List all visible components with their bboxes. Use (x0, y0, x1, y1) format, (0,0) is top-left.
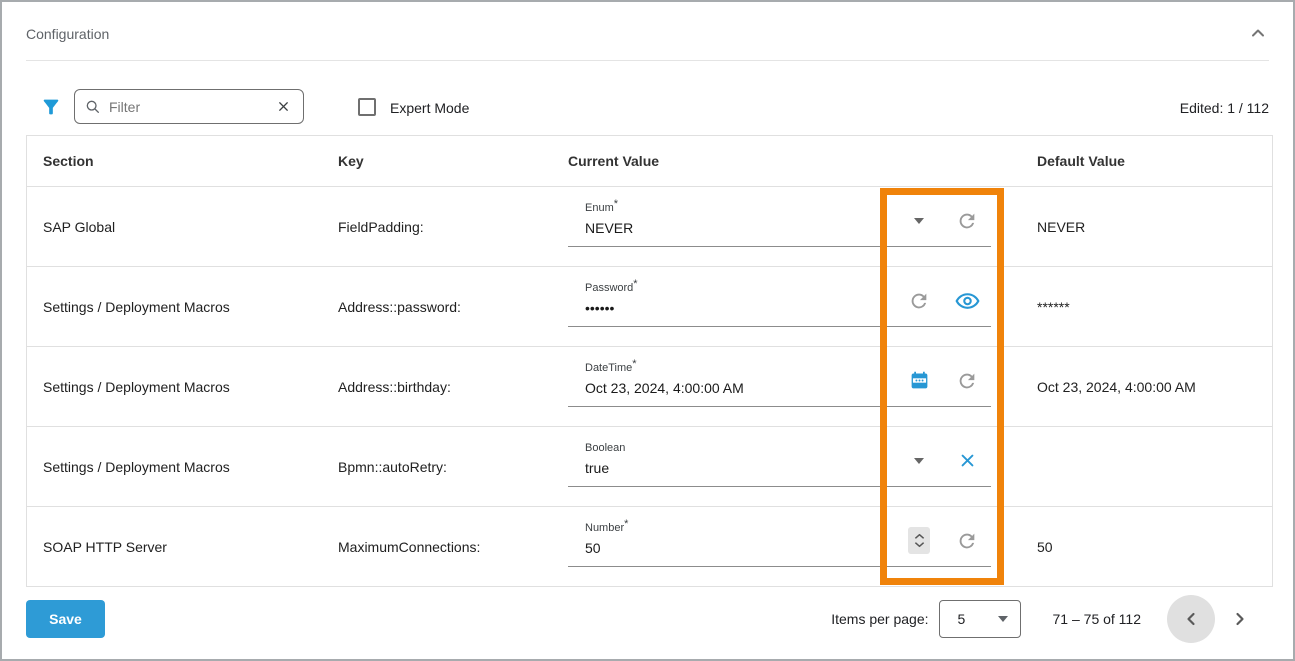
default-value-cell: 50 (1014, 539, 1272, 555)
table-row: Settings / Deployment Macros Address::bi… (27, 346, 1272, 426)
expert-mode-checkbox[interactable] (358, 98, 376, 116)
panel-divider (26, 60, 1269, 61)
section-cell: Settings / Deployment Macros (27, 379, 338, 395)
current-value-input[interactable]: Oct 23, 2024, 4:00:00 AM (585, 380, 895, 396)
table-row: Settings / Deployment Macros Address::pa… (27, 266, 1272, 346)
chevron-right-icon (1228, 607, 1252, 631)
chevron-down-icon (998, 616, 1020, 622)
refresh-icon[interactable] (943, 210, 991, 232)
section-cell: SOAP HTTP Server (27, 539, 338, 555)
filter-field (74, 89, 304, 124)
edited-counter: Edited: 1 / 112 (1180, 100, 1269, 116)
items-per-page-label: Items per page: (831, 611, 928, 627)
header-default-value: Default Value (1014, 153, 1272, 169)
refresh-icon[interactable] (943, 530, 991, 552)
paginator: Items per page: 5 71 – 75 of 112 (831, 595, 1264, 643)
eye-icon[interactable] (943, 291, 991, 311)
header-section: Section (27, 153, 338, 169)
number-spinner-icon[interactable] (895, 527, 943, 554)
value-type-label: Number* (585, 518, 895, 534)
filter-input[interactable] (109, 99, 274, 115)
key-cell: Bpmn::autoRetry: (338, 459, 568, 475)
clear-filter-button[interactable] (274, 97, 293, 116)
table-row: SOAP HTTP Server MaximumConnections: Num… (27, 506, 1272, 586)
current-value-field[interactable]: DateTime* Oct 23, 2024, 4:00:00 AM (568, 347, 991, 427)
key-cell: Address::birthday: (338, 379, 568, 395)
chevron-up-icon (1246, 21, 1270, 45)
chevron-left-icon (1179, 607, 1203, 631)
default-value-cell: Oct 23, 2024, 4:00:00 AM (1014, 379, 1272, 395)
configuration-panel: Configuration Expert Mode Edited: 1 / 11… (0, 0, 1295, 661)
section-cell: Settings / Deployment Macros (27, 299, 338, 315)
value-type-label: Password* (585, 278, 895, 294)
value-type-label: Boolean (585, 438, 895, 454)
current-value-field[interactable]: Password* •••••• (568, 267, 991, 347)
collapse-panel-button[interactable] (1245, 20, 1271, 46)
current-value-field[interactable]: Enum* NEVER (568, 187, 991, 267)
page-size-select[interactable]: 5 (939, 600, 1021, 638)
table-header-row: Section Key Current Value Default Value (27, 136, 1272, 186)
value-type-label: DateTime* (585, 358, 895, 374)
current-value-input[interactable]: 50 (585, 540, 895, 556)
clear-icon[interactable] (943, 452, 991, 469)
page-range-label: 71 – 75 of 112 (1053, 611, 1141, 627)
funnel-icon[interactable] (40, 96, 62, 118)
current-value-field[interactable]: Number* 50 (568, 507, 991, 587)
refresh-icon[interactable] (895, 290, 943, 312)
key-cell: MaximumConnections: (338, 539, 568, 555)
key-cell: FieldPadding: (338, 219, 568, 235)
expert-mode-label: Expert Mode (390, 100, 469, 116)
table-body: SAP Global FieldPadding: Enum* NEVER NEV… (27, 186, 1272, 586)
page-size-value: 5 (940, 611, 998, 627)
default-value-cell: ****** (1014, 299, 1272, 315)
configuration-table: Section Key Current Value Default Value … (26, 135, 1273, 587)
current-value-field[interactable]: Boolean true (568, 427, 991, 507)
close-icon (276, 99, 291, 114)
save-button[interactable]: Save (26, 600, 105, 638)
header-key: Key (338, 153, 568, 169)
dropdown-icon[interactable] (895, 218, 943, 224)
dropdown-icon[interactable] (895, 458, 943, 464)
key-cell: Address::password: (338, 299, 568, 315)
section-cell: Settings / Deployment Macros (27, 459, 338, 475)
default-value-cell: NEVER (1014, 219, 1272, 235)
previous-page-button[interactable] (1167, 595, 1215, 643)
calendar-icon[interactable] (895, 370, 943, 391)
current-value-input[interactable]: true (585, 460, 895, 476)
current-value-input[interactable]: NEVER (585, 220, 895, 236)
header-current-value: Current Value (568, 153, 1014, 169)
table-row: SAP Global FieldPadding: Enum* NEVER NEV… (27, 186, 1272, 266)
panel-title: Configuration (26, 26, 109, 42)
current-value-input[interactable]: •••••• (585, 300, 895, 316)
table-row: Settings / Deployment Macros Bpmn::autoR… (27, 426, 1272, 506)
section-cell: SAP Global (27, 219, 338, 235)
refresh-icon[interactable] (943, 370, 991, 392)
next-page-button[interactable] (1216, 595, 1264, 643)
search-icon (85, 99, 101, 115)
value-type-label: Enum* (585, 198, 895, 214)
